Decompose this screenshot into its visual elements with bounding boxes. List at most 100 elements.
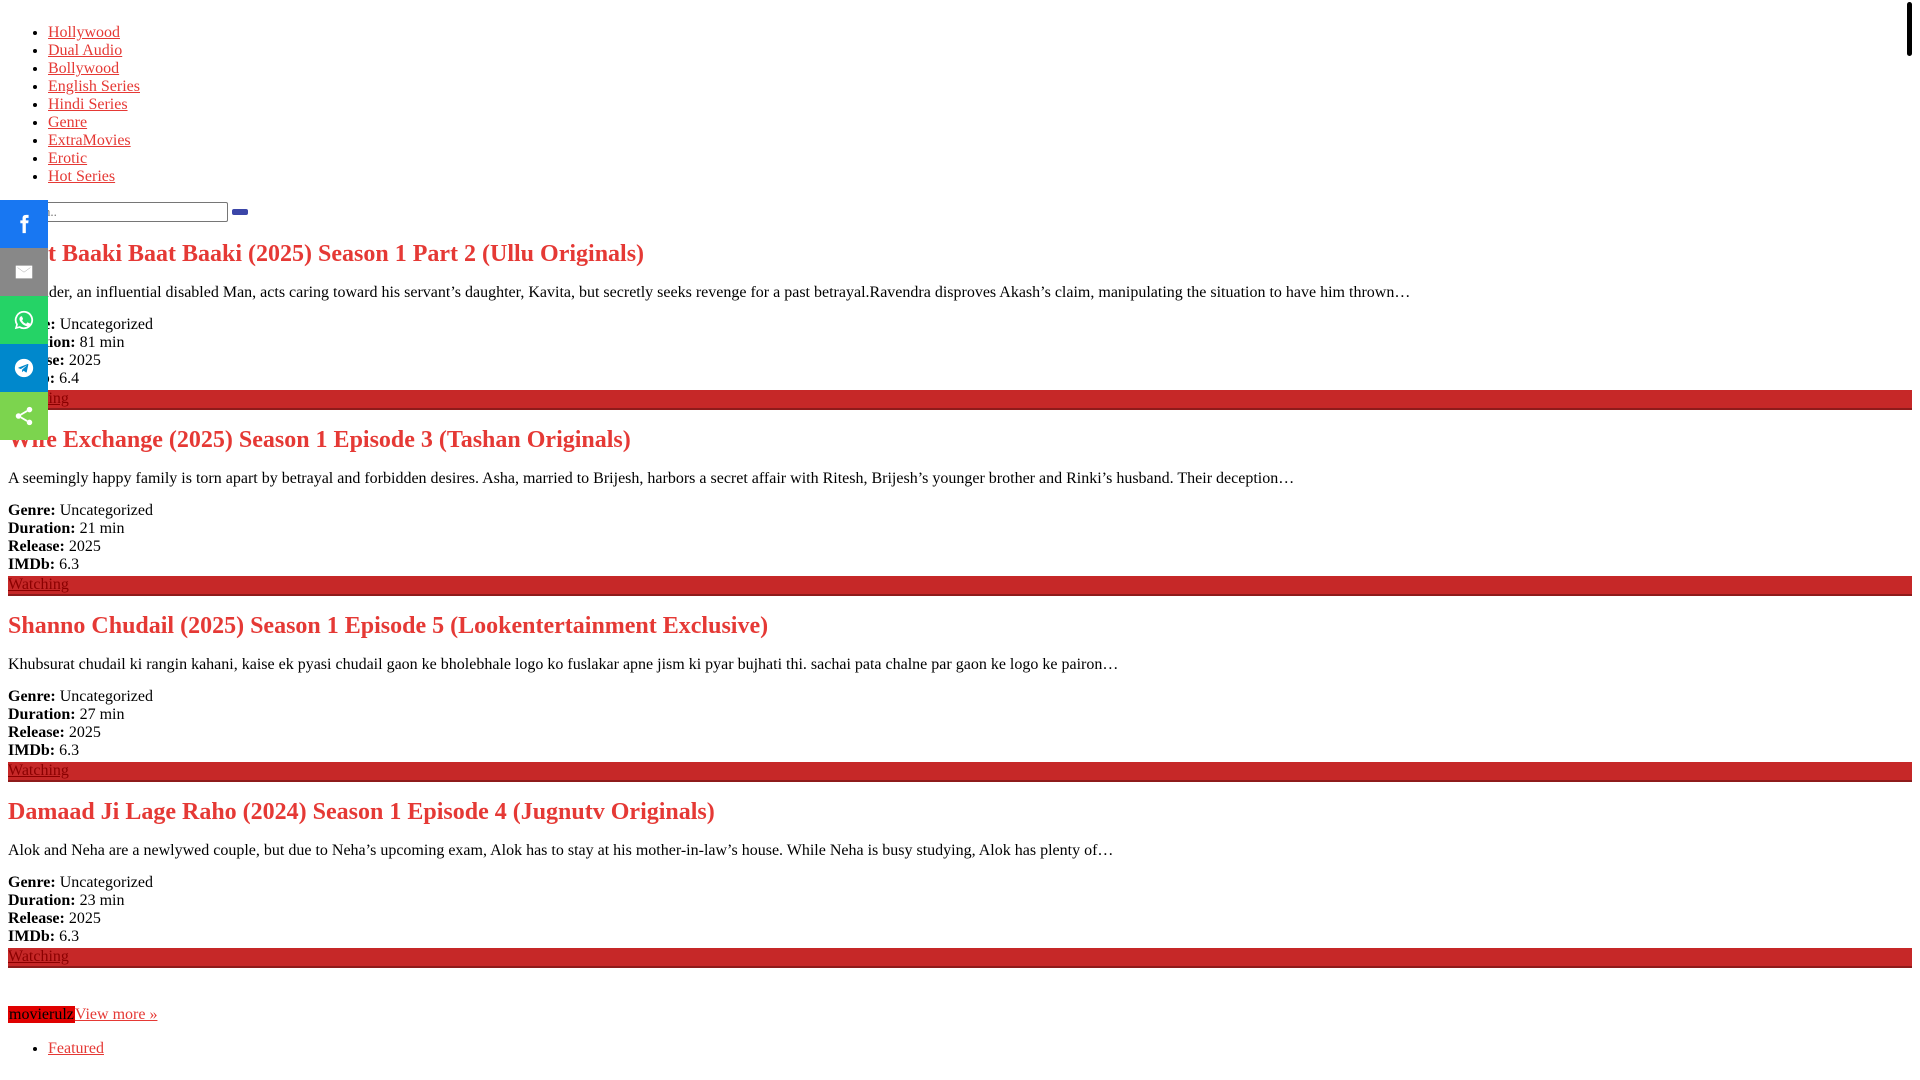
more-share-button[interactable] — [0, 392, 48, 440]
nav-item: Hot Series — [48, 168, 1912, 186]
whatsapp-share-button[interactable] — [0, 296, 48, 344]
meta-label: Genre: — [8, 874, 56, 891]
post-item: Wife Exchange (2025) Season 1 Episode 3 … — [8, 426, 1912, 596]
meta-label: Release: — [8, 724, 65, 741]
meta-genre: Genre: Uncategorized — [8, 688, 1912, 706]
nav-item: Hindi Series — [48, 96, 1912, 114]
share-icon — [15, 406, 33, 426]
facebook-share-button[interactable] — [0, 200, 48, 248]
meta-genre: Genre: Uncategorized — [8, 316, 1912, 334]
meta-value: 6.3 — [59, 742, 80, 759]
post-excerpt: A seemingly happy family is torn apart b… — [8, 470, 1295, 487]
meta-label: Release: — [8, 910, 65, 927]
meta-label: IMDb: — [8, 556, 56, 573]
meta-value: Uncategorized — [59, 688, 153, 705]
post-title-link[interactable]: Baat Baaki Baat Baaki (2025) Season 1 Pa… — [8, 241, 644, 267]
meta-duration: Duration: 81 min — [8, 334, 1912, 352]
meta-value: 6.3 — [59, 556, 80, 573]
nav-link-erotic[interactable]: Erotic — [48, 150, 87, 167]
nav-item: ExtraMovies — [48, 132, 1912, 150]
meta-duration: Duration: 23 min — [8, 892, 1912, 910]
meta-genre: Genre: Uncategorized — [8, 874, 1912, 892]
search-form — [8, 202, 1912, 224]
nav-item: Genre — [48, 114, 1912, 132]
meta-value: 2025 — [68, 352, 101, 369]
telegram-share-button[interactable] — [0, 344, 48, 392]
page: Hollywood Dual Audio Bollywood English S… — [0, 0, 1920, 1066]
watching-link[interactable]: Watching — [8, 576, 69, 593]
nav-link-english-series[interactable]: English Series — [48, 78, 140, 95]
meta-label: Duration: — [8, 520, 76, 537]
watching-link[interactable]: Watching — [8, 948, 69, 965]
facebook-icon — [20, 214, 29, 234]
meta-value: 21 min — [79, 520, 125, 537]
meta-label: Genre: — [8, 502, 56, 519]
nav-item: English Series — [48, 78, 1912, 96]
post-title-link[interactable]: Shanno Chudail (2025) Season 1 Episode 5… — [8, 613, 768, 639]
meta-release: Release: 2025 — [8, 910, 1912, 928]
post-title-link[interactable]: Wife Exchange (2025) Season 1 Episode 3 … — [8, 427, 631, 453]
meta-imdb: IMDb: 6.4 — [8, 370, 1912, 388]
list-item: Featured — [48, 1040, 1912, 1058]
meta-value: Uncategorized — [59, 874, 153, 891]
nav-link-dual-audio[interactable]: Dual Audio — [48, 42, 122, 59]
nav-item: Bollywood — [48, 60, 1912, 78]
post-title-link[interactable]: Damaad Ji Lage Raho (2024) Season 1 Epis… — [8, 799, 715, 825]
watching-bar: Watching — [8, 576, 1912, 596]
featured-link[interactable]: Featured — [48, 1040, 104, 1057]
nav-link-genre[interactable]: Genre — [48, 114, 87, 131]
meta-value: Uncategorized — [59, 316, 153, 333]
post-excerpt: Ravender, an influential disabled Man, a… — [8, 284, 1411, 301]
watching-bar: Watching — [8, 948, 1912, 968]
meta-duration: Duration: 21 min — [8, 520, 1912, 538]
main-nav: Hollywood Dual Audio Bollywood English S… — [8, 24, 1912, 186]
meta-value: 6.3 — [59, 928, 80, 945]
post-item: Shanno Chudail (2025) Season 1 Episode 5… — [8, 612, 1912, 782]
meta-imdb: IMDb: 6.3 — [8, 742, 1912, 760]
meta-release: Release: 2025 — [8, 352, 1912, 370]
meta-label: Duration: — [8, 706, 76, 723]
email-share-button[interactable] — [0, 248, 48, 296]
meta-value: 2025 — [68, 910, 101, 927]
post-item: Damaad Ji Lage Raho (2024) Season 1 Epis… — [8, 798, 1912, 968]
meta-value: 23 min — [79, 892, 125, 909]
featured-list: Featured — [8, 1040, 1912, 1058]
search-button[interactable] — [232, 209, 248, 215]
meta-label: Release: — [8, 538, 65, 555]
meta-release: Release: 2025 — [8, 724, 1912, 742]
post-excerpt: Alok and Neha are a newlywed couple, but… — [8, 842, 1114, 859]
post-title: Damaad Ji Lage Raho (2024) Season 1 Epis… — [8, 798, 1912, 826]
nav-item: Hollywood — [48, 24, 1912, 42]
nav-item: Erotic — [48, 150, 1912, 168]
meta-label: Duration: — [8, 892, 76, 909]
nav-item: Dual Audio — [48, 42, 1912, 60]
more-row: movierulzView more » — [8, 1006, 1912, 1024]
meta-imdb: IMDb: 6.3 — [8, 556, 1912, 574]
nav-link-hollywood[interactable]: Hollywood — [48, 24, 120, 41]
meta-release: Release: 2025 — [8, 538, 1912, 556]
post-title: Wife Exchange (2025) Season 1 Episode 3 … — [8, 426, 1912, 454]
meta-label: IMDb: — [8, 928, 56, 945]
meta-duration: Duration: 27 min — [8, 706, 1912, 724]
nav-link-hindi-series[interactable]: Hindi Series — [48, 96, 128, 113]
brand-tag: movierulz — [8, 1006, 75, 1023]
view-more-link[interactable]: View more » — [75, 1006, 158, 1023]
meta-imdb: IMDb: 6.3 — [8, 928, 1912, 946]
post-excerpt: Khubsurat chudail ki rangin kahani, kais… — [8, 656, 1119, 673]
scrollbar-thumb[interactable] — [1907, 2, 1912, 56]
meta-value: 2025 — [68, 724, 101, 741]
watching-bar: Watching — [8, 390, 1912, 410]
post-title: Baat Baaki Baat Baaki (2025) Season 1 Pa… — [8, 240, 1912, 268]
email-icon — [15, 265, 33, 279]
meta-value: 2025 — [68, 538, 101, 555]
telegram-icon — [14, 358, 34, 378]
meta-label: Genre: — [8, 688, 56, 705]
watching-link[interactable]: Watching — [8, 762, 69, 779]
nav-link-extramovies[interactable]: ExtraMovies — [48, 132, 131, 149]
meta-value: 81 min — [79, 334, 125, 351]
nav-link-hot-series[interactable]: Hot Series — [48, 168, 115, 185]
nav-link-bollywood[interactable]: Bollywood — [48, 60, 119, 77]
meta-value: 6.4 — [59, 370, 80, 387]
watching-bar: Watching — [8, 762, 1912, 782]
meta-label: IMDb: — [8, 742, 56, 759]
